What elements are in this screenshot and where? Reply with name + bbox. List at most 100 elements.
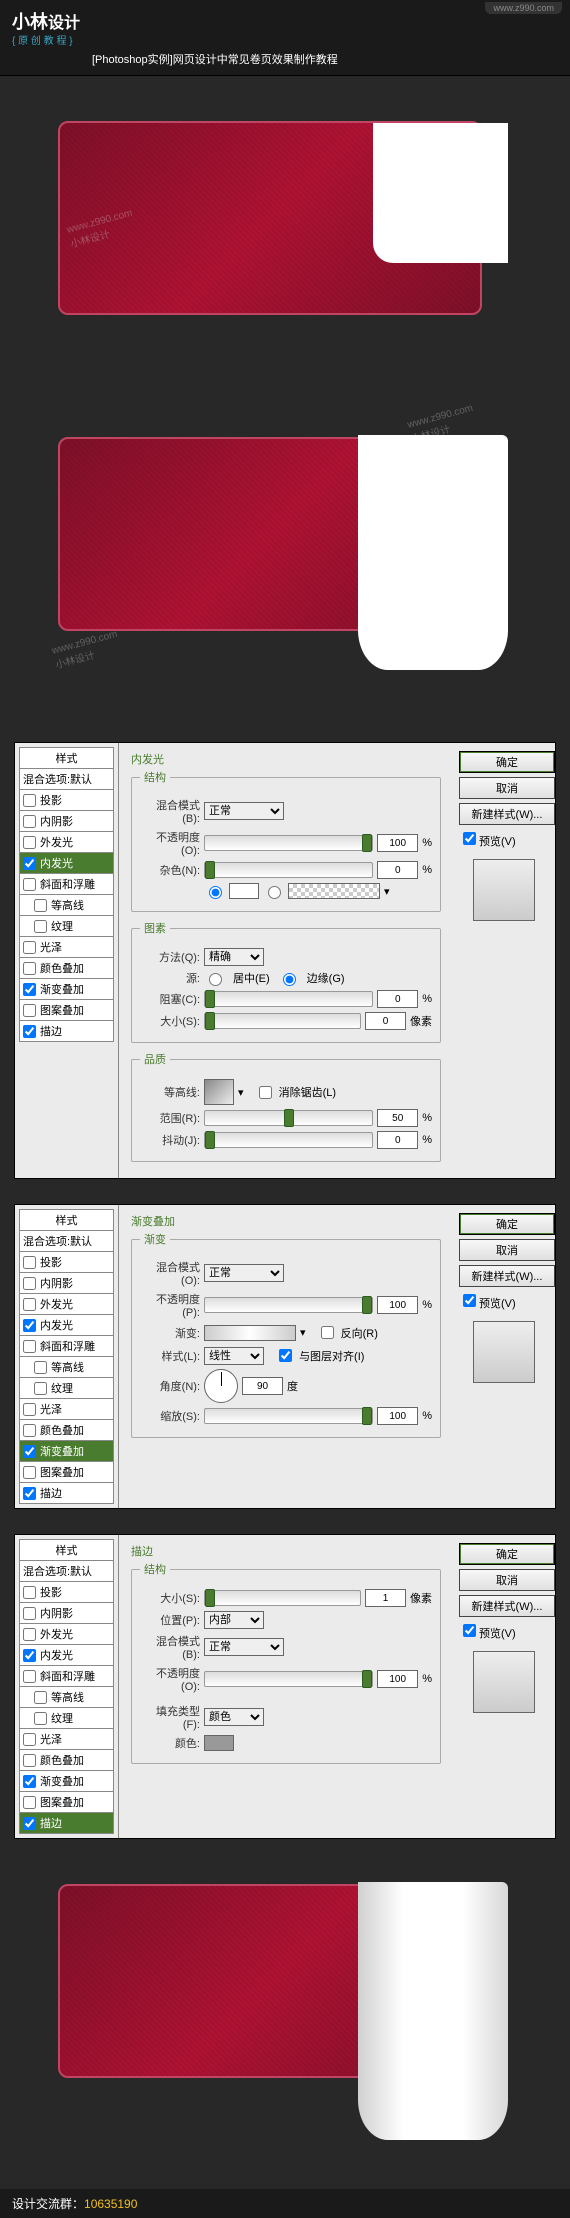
- preview-checkbox[interactable]: [463, 1294, 476, 1307]
- bevel[interactable]: 斜面和浮雕: [19, 1336, 114, 1357]
- color-swatch[interactable]: [229, 883, 259, 899]
- gradient-overlay[interactable]: 渐变叠加: [19, 1771, 114, 1792]
- inner-glow[interactable]: 内发光: [19, 853, 114, 874]
- anti-alias-checkbox[interactable]: [259, 1086, 272, 1099]
- angle-input[interactable]: [242, 1377, 283, 1395]
- color-overlay[interactable]: 颜色叠加: [19, 958, 114, 979]
- opacity-slider[interactable]: [204, 1297, 373, 1313]
- size-input[interactable]: [365, 1012, 406, 1030]
- blend-mode-select[interactable]: 正常: [204, 1638, 284, 1656]
- blend-options[interactable]: 混合选项:默认: [19, 1231, 114, 1252]
- checkbox[interactable]: [34, 1712, 47, 1725]
- outer-glow[interactable]: 外发光: [19, 1294, 114, 1315]
- blend-mode-select[interactable]: 正常: [204, 802, 284, 820]
- dropdown-icon[interactable]: ▾: [300, 1326, 306, 1339]
- pattern-overlay[interactable]: 图案叠加: [19, 1792, 114, 1813]
- inner-glow[interactable]: 内发光: [19, 1315, 114, 1336]
- blend-options[interactable]: 混合选项:默认: [19, 769, 114, 790]
- cancel-button[interactable]: 取消: [459, 777, 555, 799]
- blend-mode-select[interactable]: 正常: [204, 1264, 284, 1282]
- preview-checkbox[interactable]: [463, 1624, 476, 1637]
- checkbox[interactable]: [23, 1487, 36, 1500]
- satin[interactable]: 光泽: [19, 1729, 114, 1750]
- checkbox[interactable]: [23, 1403, 36, 1416]
- fill-type-select[interactable]: 颜色: [204, 1708, 264, 1726]
- scale-slider[interactable]: [204, 1408, 373, 1424]
- choke-slider[interactable]: [204, 991, 373, 1007]
- range-slider[interactable]: [204, 1110, 373, 1126]
- checkbox[interactable]: [23, 1256, 36, 1269]
- checkbox[interactable]: [23, 1607, 36, 1620]
- jitter-input[interactable]: [377, 1131, 418, 1149]
- pattern-overlay[interactable]: 图案叠加: [19, 1462, 114, 1483]
- checkbox[interactable]: [23, 878, 36, 891]
- dropdown-icon[interactable]: ▾: [238, 1086, 244, 1099]
- ok-button[interactable]: 确定: [459, 751, 555, 773]
- position-select[interactable]: 内部: [204, 1611, 264, 1629]
- color-radio[interactable]: [209, 886, 222, 899]
- checkbox[interactable]: [23, 1424, 36, 1437]
- gradient-picker[interactable]: [204, 1325, 296, 1341]
- checkbox[interactable]: [23, 941, 36, 954]
- color-overlay[interactable]: 颜色叠加: [19, 1420, 114, 1441]
- drop-shadow[interactable]: 投影: [19, 790, 114, 811]
- checkbox[interactable]: [23, 1277, 36, 1290]
- reverse-checkbox[interactable]: [321, 1326, 334, 1339]
- checkbox[interactable]: [23, 1298, 36, 1311]
- drop-shadow[interactable]: 投影: [19, 1582, 114, 1603]
- checkbox[interactable]: [23, 983, 36, 996]
- checkbox[interactable]: [23, 1445, 36, 1458]
- ok-button[interactable]: 确定: [459, 1543, 555, 1565]
- choke-input[interactable]: [377, 990, 418, 1008]
- contour[interactable]: 等高线: [19, 1687, 114, 1708]
- angle-dial[interactable]: [204, 1369, 238, 1403]
- scale-input[interactable]: [377, 1407, 418, 1425]
- new-style-button[interactable]: 新建样式(W)...: [459, 803, 555, 825]
- outer-glow[interactable]: 外发光: [19, 832, 114, 853]
- range-input[interactable]: [377, 1109, 418, 1127]
- size-slider[interactable]: [204, 1013, 361, 1029]
- stroke[interactable]: 描边: [19, 1021, 114, 1042]
- checkbox[interactable]: [34, 1361, 47, 1374]
- bevel[interactable]: 斜面和浮雕: [19, 1666, 114, 1687]
- inner-shadow[interactable]: 内阴影: [19, 1273, 114, 1294]
- checkbox[interactable]: [34, 920, 47, 933]
- opacity-slider[interactable]: [204, 1671, 373, 1687]
- noise-slider[interactable]: [204, 862, 373, 878]
- stroke-color-swatch[interactable]: [204, 1735, 234, 1751]
- opacity-slider[interactable]: [204, 835, 373, 851]
- outer-glow[interactable]: 外发光: [19, 1624, 114, 1645]
- checkbox[interactable]: [23, 1754, 36, 1767]
- technique-select[interactable]: 精确: [204, 948, 264, 966]
- jitter-slider[interactable]: [204, 1132, 373, 1148]
- gradient-overlay[interactable]: 渐变叠加: [19, 1441, 114, 1462]
- contour-picker[interactable]: [204, 1079, 234, 1105]
- stroke[interactable]: 描边: [19, 1813, 114, 1834]
- checkbox[interactable]: [34, 1691, 47, 1704]
- checkbox[interactable]: [23, 962, 36, 975]
- checkbox[interactable]: [23, 1649, 36, 1662]
- checkbox[interactable]: [23, 1340, 36, 1353]
- texture[interactable]: 纹理: [19, 1378, 114, 1399]
- noise-input[interactable]: [377, 861, 418, 879]
- checkbox[interactable]: [23, 1733, 36, 1746]
- inner-shadow[interactable]: 内阴影: [19, 1603, 114, 1624]
- satin[interactable]: 光泽: [19, 1399, 114, 1420]
- dropdown-icon[interactable]: ▾: [384, 885, 390, 898]
- new-style-button[interactable]: 新建样式(W)...: [459, 1265, 555, 1287]
- checkbox[interactable]: [23, 1628, 36, 1641]
- pattern-overlay[interactable]: 图案叠加: [19, 1000, 114, 1021]
- edge-radio[interactable]: [283, 973, 296, 986]
- checkbox[interactable]: [23, 1025, 36, 1038]
- new-style-button[interactable]: 新建样式(W)...: [459, 1595, 555, 1617]
- gradient-radio[interactable]: [268, 886, 281, 899]
- checkbox[interactable]: [23, 1775, 36, 1788]
- inner-glow[interactable]: 内发光: [19, 1645, 114, 1666]
- checkbox[interactable]: [23, 815, 36, 828]
- size-slider[interactable]: [204, 1590, 361, 1606]
- contour[interactable]: 等高线: [19, 895, 114, 916]
- checkbox[interactable]: [23, 1466, 36, 1479]
- ok-button[interactable]: 确定: [459, 1213, 555, 1235]
- style-select[interactable]: 线性: [204, 1347, 264, 1365]
- opacity-input[interactable]: [377, 1296, 418, 1314]
